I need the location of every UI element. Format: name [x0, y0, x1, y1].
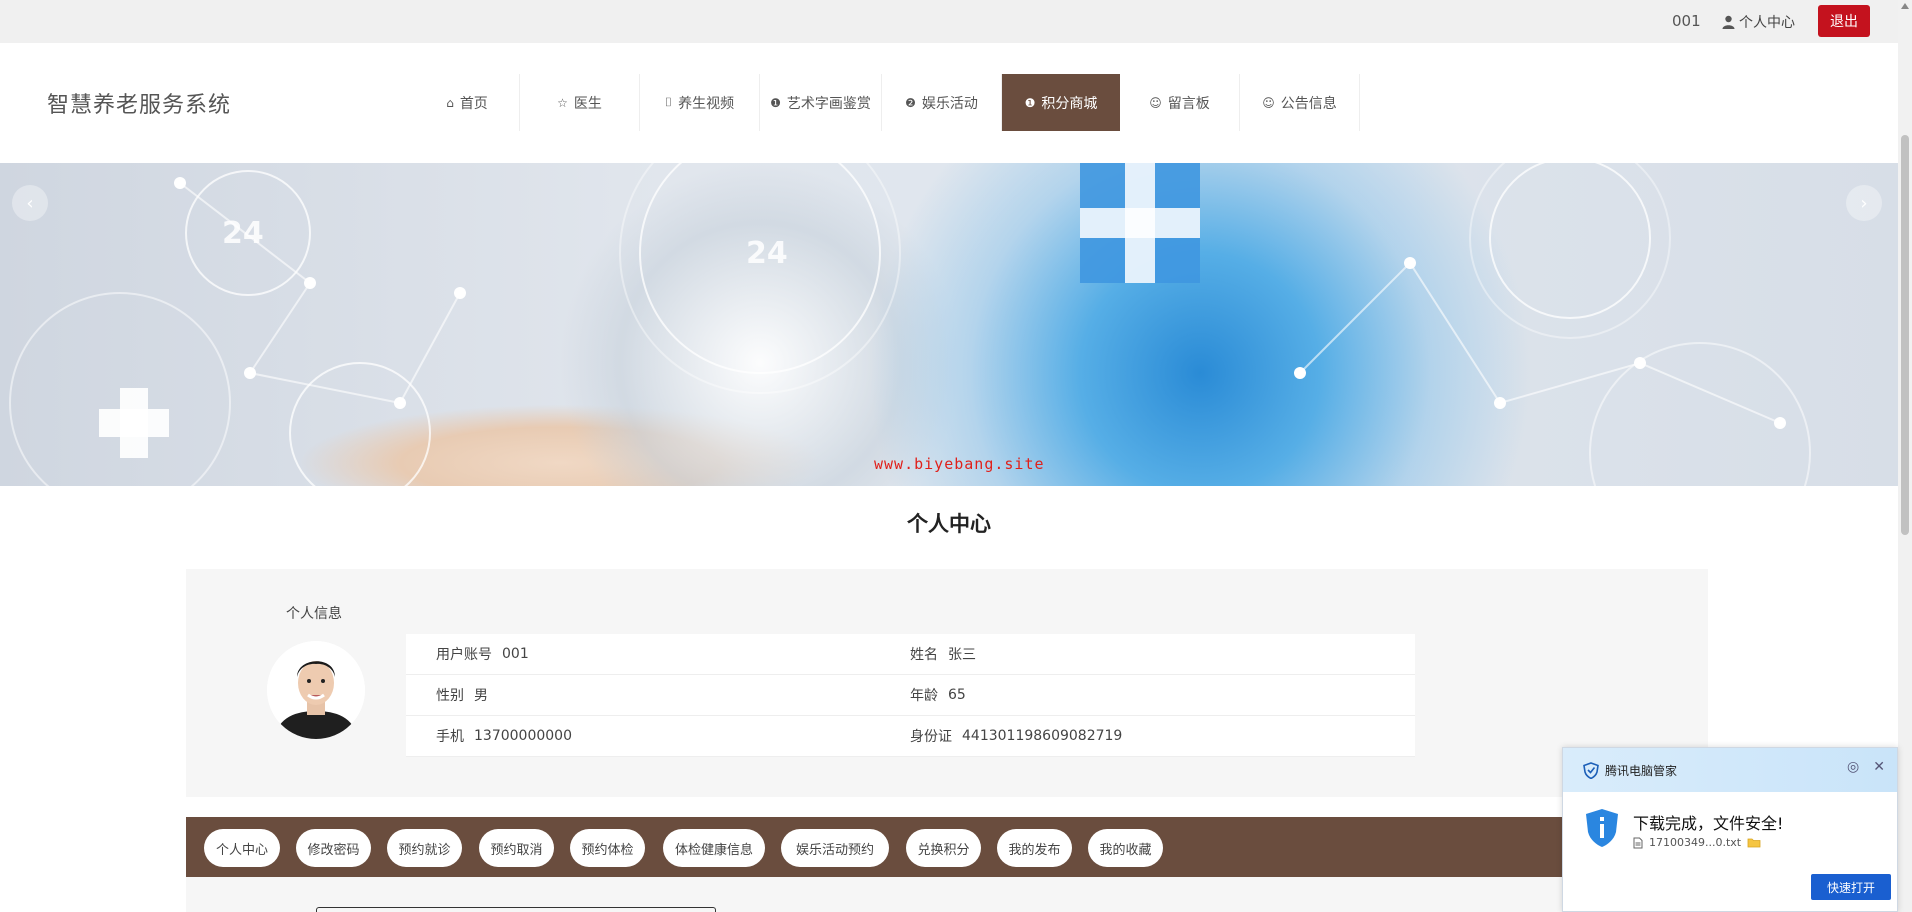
banner-decoration: 24 24: [9, 163, 1811, 486]
tab-0[interactable]: 个人中心: [204, 829, 280, 867]
hero-banner: 24 24 ‹ › www.biyebang.site: [0, 163, 1898, 486]
main-nav: ⌂ 首页 ☆ 医生 ⌷ 养生视频 ❶ 艺术字画鉴赏 ❷ 娱乐活动 ❶ 积分商城 ☺ 留言板 ☺ 公告信息: [415, 74, 1360, 131]
info-shield-icon: [1586, 809, 1618, 847]
tab-3[interactable]: 预约取消: [479, 829, 554, 867]
settings-icon[interactable]: ◎: [1847, 759, 1859, 775]
profile-cell: 年龄 65: [910, 685, 966, 705]
profile-key: 用户账号: [436, 647, 492, 663]
profile-cell: 性别男: [406, 685, 910, 705]
notification-file: 17100349...0.txt: [1633, 836, 1761, 849]
close-icon[interactable]: ✕: [1873, 759, 1885, 775]
profile-table: 用户账号 001 姓名 张三 性别男年龄 65 手机 13700000000 身份证 441301…: [406, 634, 1415, 757]
tencent-shield-icon: [1583, 761, 1599, 779]
avatar: [267, 641, 365, 739]
profile-key: 性别: [436, 688, 464, 704]
nav-label: 艺术字画鉴赏: [786, 95, 871, 112]
banner-watermark: www.biyebang.site: [874, 455, 1045, 473]
tab-1[interactable]: 修改密码: [296, 829, 371, 867]
star-icon: ☆: [557, 95, 568, 110]
profile-cell: 手机 13700000000: [406, 726, 910, 746]
tab-5[interactable]: 体检健康信息: [663, 829, 765, 867]
profile-value: 441301198609082719: [962, 728, 1123, 744]
profile-key: 姓名: [910, 647, 938, 663]
top-bar: 001 个人中心 退出: [0, 0, 1898, 43]
notification-tools: ◎ ✕: [1847, 759, 1885, 775]
profile-cell: 身份证 441301198609082719: [910, 726, 1122, 746]
scrollbar-thumb[interactable]: [1901, 135, 1909, 535]
nav-item-5[interactable]: ❶ 积分商城: [1002, 74, 1120, 131]
notification-message: 下载完成，文件安全!: [1633, 814, 1784, 833]
profile-value: 张三: [948, 647, 976, 663]
profile-row: 性别男年龄 65: [406, 675, 1415, 716]
nav-item-3[interactable]: ❶ 艺术字画鉴赏: [760, 74, 882, 131]
nav-item-6[interactable]: ☺ 留言板: [1120, 74, 1240, 131]
profile-value: 男: [474, 688, 488, 704]
nav-label: 医生: [573, 95, 602, 112]
notification-title: 腾讯电脑管家: [1605, 763, 1678, 778]
profile-value: 13700000000: [474, 728, 572, 744]
notification-header: 腾讯电脑管家 ◎ ✕: [1563, 748, 1897, 792]
nav-label: 娱乐活动: [921, 95, 978, 112]
tab-2[interactable]: 预约就诊: [387, 829, 462, 867]
file-icon: [1633, 837, 1643, 848]
personal-center-label: 个人中心: [1739, 15, 1795, 31]
smile-outline-icon: ☺: [1262, 95, 1275, 110]
profile-panel: 个人信息 用户账号 001 姓名 张三 性别男年龄 65 手机 13700000000 身份证 4…: [186, 569, 1708, 797]
logout-button[interactable]: 退出: [1818, 5, 1870, 37]
banner-next-icon[interactable]: ›: [1846, 185, 1882, 221]
profile-key: 身份证: [910, 729, 952, 745]
bag-icon: ⌷: [664, 95, 673, 109]
question-icon: ❷: [905, 95, 916, 110]
svg-text:24: 24: [746, 236, 788, 271]
file-name[interactable]: 17100349...0.txt: [1649, 836, 1741, 849]
profile-value: 001: [502, 646, 529, 662]
account-label: 001: [1672, 12, 1701, 30]
info-icon: ❶: [770, 95, 781, 110]
profile-value: 65: [948, 687, 966, 703]
nav-label: 积分商城: [1041, 95, 1098, 112]
nav-label: 留言板: [1167, 95, 1210, 112]
personal-center-link[interactable]: 个人中心: [1722, 12, 1795, 32]
svg-text:24: 24: [222, 216, 264, 251]
profile-row: 用户账号 001 姓名 张三: [406, 634, 1415, 675]
profile-label: 个人信息: [286, 606, 342, 622]
nav-label: 公告信息: [1280, 95, 1337, 112]
nav-label: 首页: [459, 95, 488, 112]
profile-key: 手机: [436, 729, 464, 745]
avatar-image: [267, 641, 365, 739]
site-brand[interactable]: 智慧养老服务系统: [47, 87, 231, 119]
user-icon: [1722, 15, 1735, 29]
smile-icon: ☺: [1149, 95, 1162, 110]
tab-9[interactable]: 我的收藏: [1088, 829, 1163, 867]
page-title: 个人中心: [907, 512, 991, 536]
scroll-up-icon[interactable]: [1901, 3, 1909, 9]
vertical-scrollbar[interactable]: [1898, 0, 1912, 912]
nav-item-7[interactable]: ☺ 公告信息: [1240, 74, 1360, 131]
tab-4[interactable]: 预约体检: [570, 829, 645, 867]
site-header: 智慧养老服务系统 ⌂ 首页 ☆ 医生 ⌷ 养生视频 ❶ 艺术字画鉴赏 ❷ 娱乐活动 ❶ 积分商城 ☺ 留言…: [0, 43, 1898, 163]
exclamation-icon: ❶: [1024, 95, 1036, 110]
download-notification: 腾讯电脑管家 ◎ ✕ 下载完成，文件安全! 17100349...0.txt 快…: [1562, 747, 1898, 912]
content-input-top[interactable]: [316, 907, 716, 912]
nav-label: 养生视频: [678, 95, 735, 112]
content-area: [186, 877, 1708, 912]
quick-open-button[interactable]: 快速打开: [1811, 874, 1891, 900]
nav-item-1[interactable]: ☆ 医生: [520, 74, 640, 131]
home-icon: ⌂: [446, 95, 454, 110]
nav-item-4[interactable]: ❷ 娱乐活动: [882, 74, 1002, 131]
banner-prev-icon[interactable]: ‹: [12, 185, 48, 221]
folder-icon[interactable]: [1747, 837, 1761, 848]
nav-item-2[interactable]: ⌷ 养生视频: [640, 74, 760, 131]
profile-row: 手机 13700000000 身份证 441301198609082719: [406, 716, 1415, 757]
nav-item-0[interactable]: ⌂ 首页: [415, 74, 520, 131]
profile-cell: 用户账号 001: [406, 644, 910, 664]
tab-8[interactable]: 我的发布: [997, 829, 1072, 867]
profile-key: 年龄: [910, 688, 938, 704]
user-center-tabs: 个人中心 修改密码 预约就诊 预约取消 预约体检 体检健康信息 娱乐活动预约 兑换积分 我的发布…: [186, 817, 1708, 877]
tab-6[interactable]: 娱乐活动预约: [781, 829, 889, 867]
profile-cell: 姓名 张三: [910, 644, 976, 664]
tab-7[interactable]: 兑换积分: [906, 829, 981, 867]
